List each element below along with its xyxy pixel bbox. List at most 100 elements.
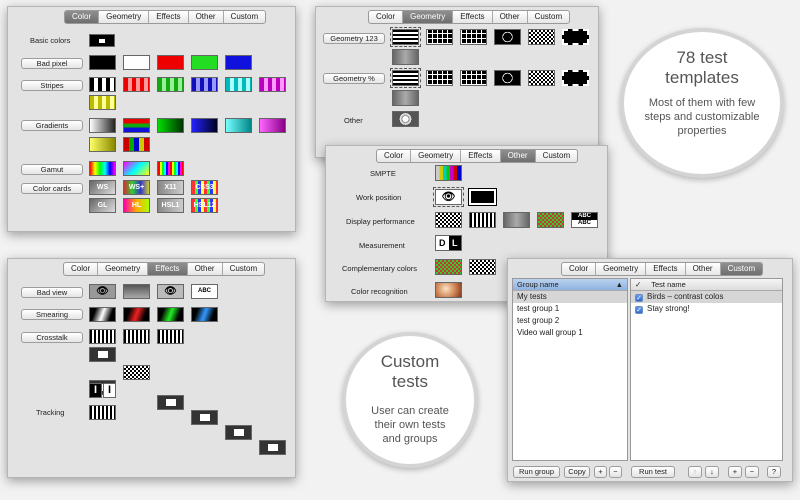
group-name-header[interactable]: Group name ▲: [513, 279, 627, 291]
tab-geometry[interactable]: Geometry: [403, 11, 454, 23]
stripes-magenta-thumb[interactable]: [259, 77, 286, 92]
measurement-dl-thumb[interactable]: D L: [435, 235, 462, 251]
display-performance-thumb-3[interactable]: [503, 212, 530, 228]
copy-button[interactable]: Copy: [564, 466, 590, 478]
crosstalk-thumb-2[interactable]: [123, 329, 150, 344]
list-item[interactable]: test group 2: [513, 315, 627, 327]
bad-pixel-button[interactable]: Bad pixel: [21, 58, 83, 69]
crosstalk-thumb-7[interactable]: [157, 395, 184, 410]
color-card-gl-thumb[interactable]: GL: [89, 198, 116, 213]
bad-view-button[interactable]: Bad view: [21, 287, 83, 298]
display-performance-thumb-2[interactable]: [469, 212, 496, 228]
gamut-triangle-thumb[interactable]: [123, 161, 150, 176]
color-card-ws-thumb[interactable]: WS: [89, 180, 116, 195]
gamut-button[interactable]: Gamut: [21, 164, 83, 175]
tab-color[interactable]: Color: [377, 150, 412, 162]
color-card-hsl1-thumb[interactable]: HSL1: [157, 198, 184, 213]
geometry-percent-thumb-1[interactable]: [390, 68, 421, 88]
smpte-thumb[interactable]: [435, 165, 462, 181]
gradient-blue-thumb[interactable]: [191, 118, 218, 133]
stripes-bw-thumb[interactable]: [89, 77, 116, 92]
complementary-colors-thumb-1[interactable]: [435, 259, 462, 275]
display-performance-thumb-4[interactable]: [537, 212, 564, 228]
stripes-red-thumb[interactable]: [123, 77, 150, 92]
crosstalk-i-thumb-2[interactable]: I: [103, 383, 116, 398]
bad-pixel-black-thumb[interactable]: [89, 55, 116, 70]
bad-pixel-white-thumb[interactable]: [123, 55, 150, 70]
geometry-percent-button[interactable]: Geometry %: [323, 73, 385, 84]
geometry-123-thumb-4[interactable]: [494, 29, 521, 45]
test-checkbox[interactable]: ✓: [635, 306, 643, 314]
gradient-pattern-thumb[interactable]: [123, 137, 150, 152]
move-up-button[interactable]: ↑: [688, 466, 702, 478]
list-item[interactable]: ✓ Birds – contrast colos: [631, 291, 782, 303]
display-performance-abc-thumb[interactable]: ABC ABC: [571, 212, 598, 228]
gradient-green-thumb[interactable]: [157, 118, 184, 133]
tab-color[interactable]: Color: [65, 11, 100, 23]
crosstalk-thumb-3[interactable]: [157, 329, 184, 344]
bad-view-eye-thumb-1[interactable]: 👁: [89, 284, 116, 299]
gradient-cyan-thumb[interactable]: [225, 118, 252, 133]
crosstalk-thumb-10[interactable]: [259, 440, 286, 455]
tab-other[interactable]: Other: [493, 11, 528, 23]
tab-effects[interactable]: Effects: [646, 263, 686, 275]
smearing-red-thumb[interactable]: [123, 307, 150, 322]
bad-view-abc-thumb[interactable]: ABC: [191, 284, 218, 299]
gradient-yellow-thumb[interactable]: [89, 137, 116, 152]
geometry-123-button[interactable]: Geometry 123: [323, 33, 385, 44]
geometry-123-thumb-2[interactable]: [426, 29, 453, 45]
gradient-rgb-thumb[interactable]: [123, 118, 150, 133]
geometry-other-thumb[interactable]: [392, 111, 419, 127]
geometry-123-thumb-1[interactable]: [390, 27, 421, 47]
crosstalk-thumb-9[interactable]: [225, 425, 252, 440]
tab-color[interactable]: Color: [562, 263, 597, 275]
geometry-percent-thumb-2[interactable]: [426, 70, 453, 86]
stripes-button[interactable]: Stripes: [21, 80, 83, 91]
tab-effects[interactable]: Effects: [453, 11, 493, 23]
tab-custom[interactable]: Custom: [224, 11, 266, 23]
help-button[interactable]: ?: [767, 466, 781, 478]
add-test-button[interactable]: +: [728, 466, 742, 478]
color-card-hsl12-thumb[interactable]: HSL12: [191, 198, 218, 213]
tab-effects[interactable]: Effects: [148, 263, 188, 275]
tab-geometry[interactable]: Geometry: [98, 263, 149, 275]
move-down-button[interactable]: ↓: [705, 466, 719, 478]
bad-view-eye-thumb-2[interactable]: 👁: [157, 284, 184, 299]
geometry-123-thumb-6[interactable]: [562, 29, 589, 45]
remove-test-button[interactable]: −: [745, 466, 759, 478]
bad-view-gray-thumb[interactable]: [123, 284, 150, 299]
test-checkbox[interactable]: ✓: [635, 294, 643, 302]
tab-custom[interactable]: Custom: [720, 263, 763, 275]
smearing-blue-thumb[interactable]: [191, 307, 218, 322]
geometry-percent-thumb-4[interactable]: [494, 70, 521, 86]
tab-color[interactable]: Color: [64, 263, 99, 275]
gradient-magenta-thumb[interactable]: [259, 118, 286, 133]
remove-group-button[interactable]: −: [609, 466, 622, 478]
smearing-button[interactable]: Smearing: [21, 309, 83, 320]
run-group-button[interactable]: Run group: [513, 466, 560, 478]
gradient-gray-thumb[interactable]: [89, 118, 116, 133]
stripes-yellow-thumb[interactable]: [89, 95, 116, 110]
geometry-123-thumb-5[interactable]: [528, 29, 555, 45]
tab-effects[interactable]: Effects: [461, 150, 501, 162]
tab-custom[interactable]: Custom: [528, 11, 570, 23]
list-item[interactable]: ✓ Stay strong!: [631, 303, 782, 315]
crosstalk-thumb-6[interactable]: [123, 365, 150, 380]
color-cards-button[interactable]: Color cards: [21, 183, 83, 194]
color-card-ws-plus-thumb[interactable]: WS+: [123, 180, 150, 195]
gradients-button[interactable]: Gradients: [21, 120, 83, 131]
stripes-blue-thumb[interactable]: [191, 77, 218, 92]
gamut-rainbow-thumb[interactable]: [89, 161, 116, 176]
color-card-css3-thumb[interactable]: CSS3: [191, 180, 218, 195]
smearing-green-thumb[interactable]: [157, 307, 184, 322]
work-position-bars-thumb[interactable]: [468, 188, 497, 206]
geometry-123-thumb-3[interactable]: [460, 29, 487, 45]
color-card-hl-thumb[interactable]: HL: [123, 198, 150, 213]
geometry-percent-thumb-5[interactable]: [528, 70, 555, 86]
stripes-green-thumb[interactable]: [157, 77, 184, 92]
color-recognition-thumb[interactable]: [435, 282, 462, 298]
tab-color[interactable]: Color: [369, 11, 404, 23]
gamut-stripes-thumb[interactable]: [157, 161, 184, 176]
tab-other[interactable]: Other: [500, 150, 536, 162]
tab-other[interactable]: Other: [686, 263, 721, 275]
